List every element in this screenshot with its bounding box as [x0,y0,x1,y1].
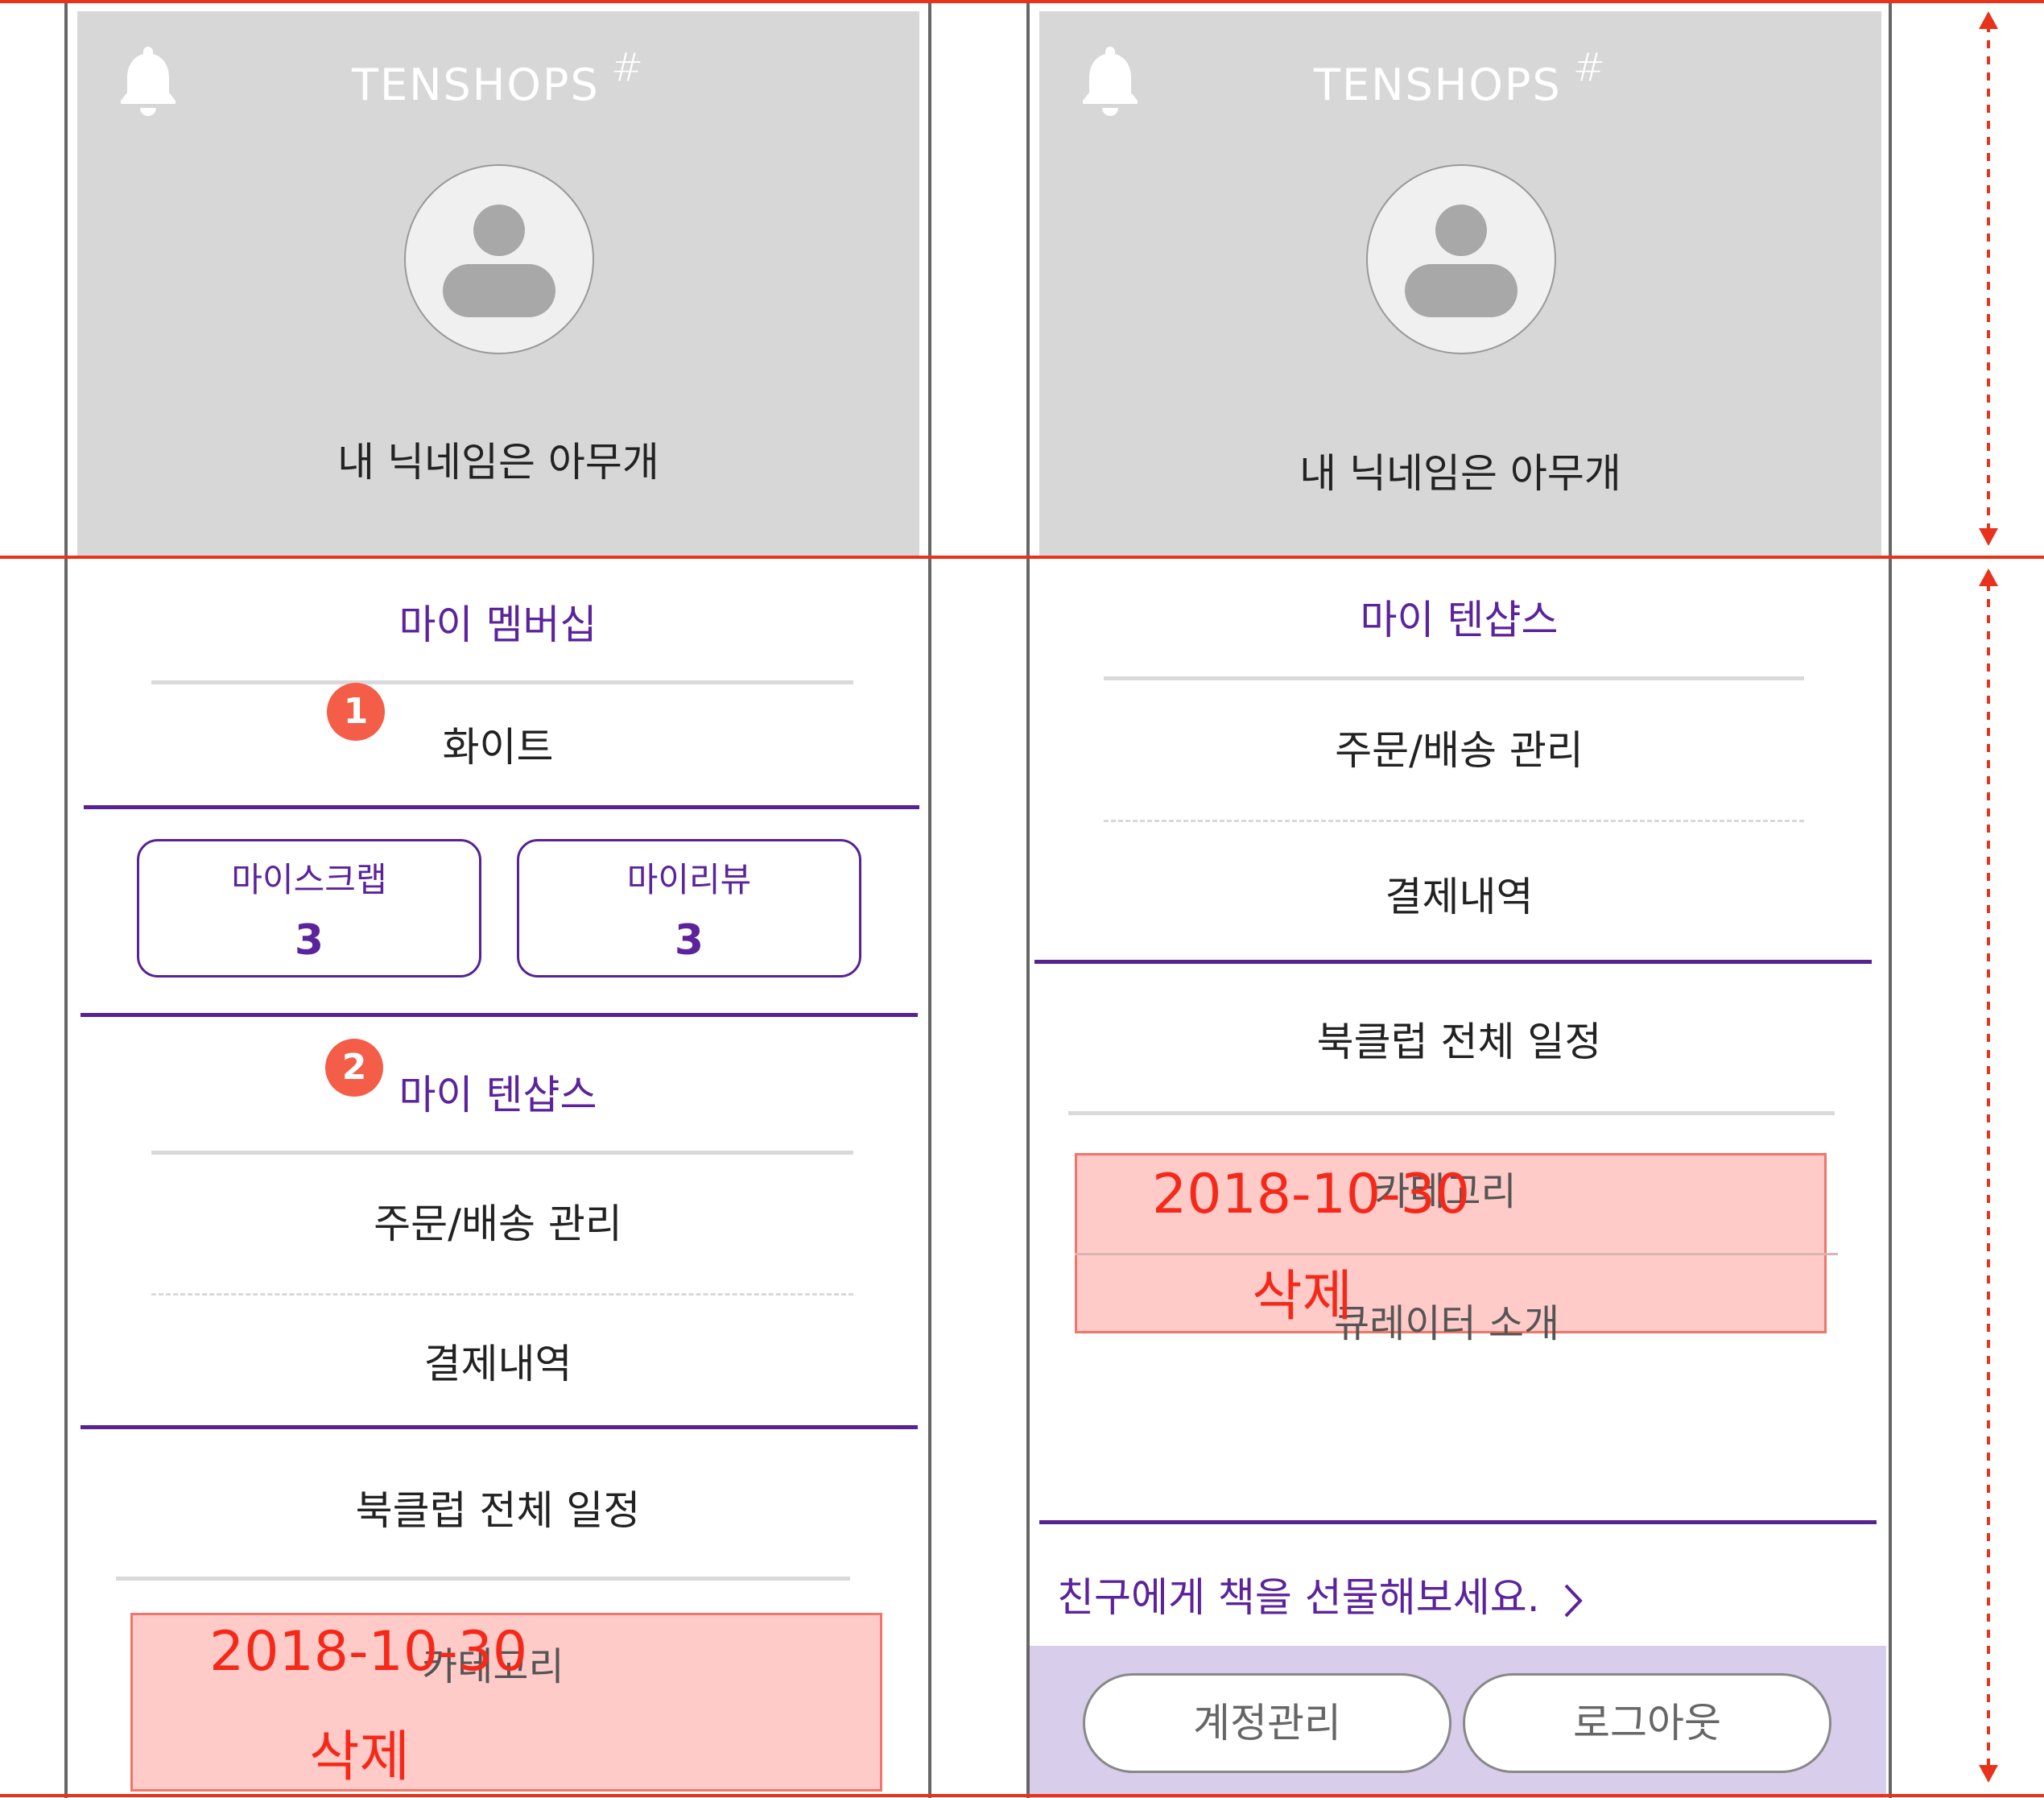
marker-line-middle [0,556,2044,559]
dimension-arrows [1979,11,1998,1783]
divider [116,1577,850,1581]
dashed-divider [1104,820,1804,822]
user-icon [443,205,555,317]
my-tenshops-title: 마이 텐샵스 [398,1072,597,1118]
section-divider [81,1013,918,1017]
menu-bookclub[interactable]: 북클럽 전체 일정 [68,1478,928,1536]
logo-text: TENSHOPS [1314,60,1562,110]
profile-header: TENSHOPS # 내 닉네임은 아무개 [1039,11,1881,559]
right-screen: TENSHOPS # 내 닉네임은 아무개 마이 텐샵스 주문/배송 관리 결제내… [1030,0,1889,1798]
annotation-delete: 삭제 [309,1726,411,1789]
my-review-label: 마이리뷰 [626,860,752,899]
divider [151,1151,853,1155]
my-tenshops-title: 마이 텐샵스 [1360,597,1559,643]
logout-button[interactable]: 로그아웃 [1463,1673,1831,1773]
menu-orders[interactable]: 주문/배송 관리 [68,1192,928,1250]
marker-line-bottom [0,1794,2044,1797]
section-divider [1034,960,1872,964]
logo-hash: # [610,45,645,90]
section-divider [84,805,919,809]
divider [1068,1111,1835,1115]
menu-payments[interactable]: 결제내역 [1030,865,1889,923]
user-icon [1405,205,1518,317]
logo-text: TENSHOPS [352,60,600,110]
avatar[interactable] [1366,164,1556,354]
profile-header: TENSHOPS # 내 닉네임은 아무개 [77,11,919,559]
app-logo: TENSHOPS # [77,45,919,110]
my-scrap-label: 마이스크랩 [231,860,387,899]
divider [1104,676,1804,680]
membership-title: 마이 멤버십 [398,601,597,648]
gift-link-text: 친구에게 책을 선물해보세요. [1057,1574,1540,1621]
logo-hash: # [1572,45,1607,90]
chevron-right-icon [1564,1584,1583,1617]
menu-curator[interactable]: 큐레이터 소개 [1334,1292,1559,1348]
my-review-count: 3 [674,916,704,965]
membership-level: 화이트 [442,724,554,771]
divider [1075,1253,1838,1255]
nickname: 내 닉네임은 아무개 [1299,450,1621,497]
my-scrap-card[interactable]: 마이스크랩 3 [137,839,481,978]
gift-link[interactable]: 친구에게 책을 선물해보세요. [1057,1565,1585,1623]
divider [151,680,853,684]
annotation-date: 2018-10-30 [209,1620,528,1684]
dashed-divider [151,1293,853,1296]
my-scrap-count: 3 [294,916,324,965]
account-button[interactable]: 계정관리 [1083,1673,1451,1773]
menu-orders[interactable]: 주문/배송 관리 [1030,718,1889,776]
annotation-date: 2018-10-30 [1152,1163,1471,1226]
nickname: 내 닉네임은 아무개 [337,439,659,486]
section-divider [81,1425,918,1429]
app-logo: TENSHOPS # [1039,45,1881,110]
marker-line-top [0,0,2044,3]
left-screen: TENSHOPS # 내 닉네임은 아무개 마이 멤버십 1 화이트 마이스크랩 … [68,0,928,1798]
my-review-card[interactable]: 마이리뷰 3 [517,839,861,978]
menu-payments[interactable]: 결제내역 [68,1332,928,1390]
avatar[interactable] [404,164,594,354]
annotation-delete: 삭제 [1252,1265,1353,1329]
frame-line-mid [928,0,931,1798]
section-divider [1039,1520,1877,1524]
menu-bookclub[interactable]: 북클럽 전체 일정 [1030,1010,1889,1068]
frame-line-right [1889,0,1892,1798]
